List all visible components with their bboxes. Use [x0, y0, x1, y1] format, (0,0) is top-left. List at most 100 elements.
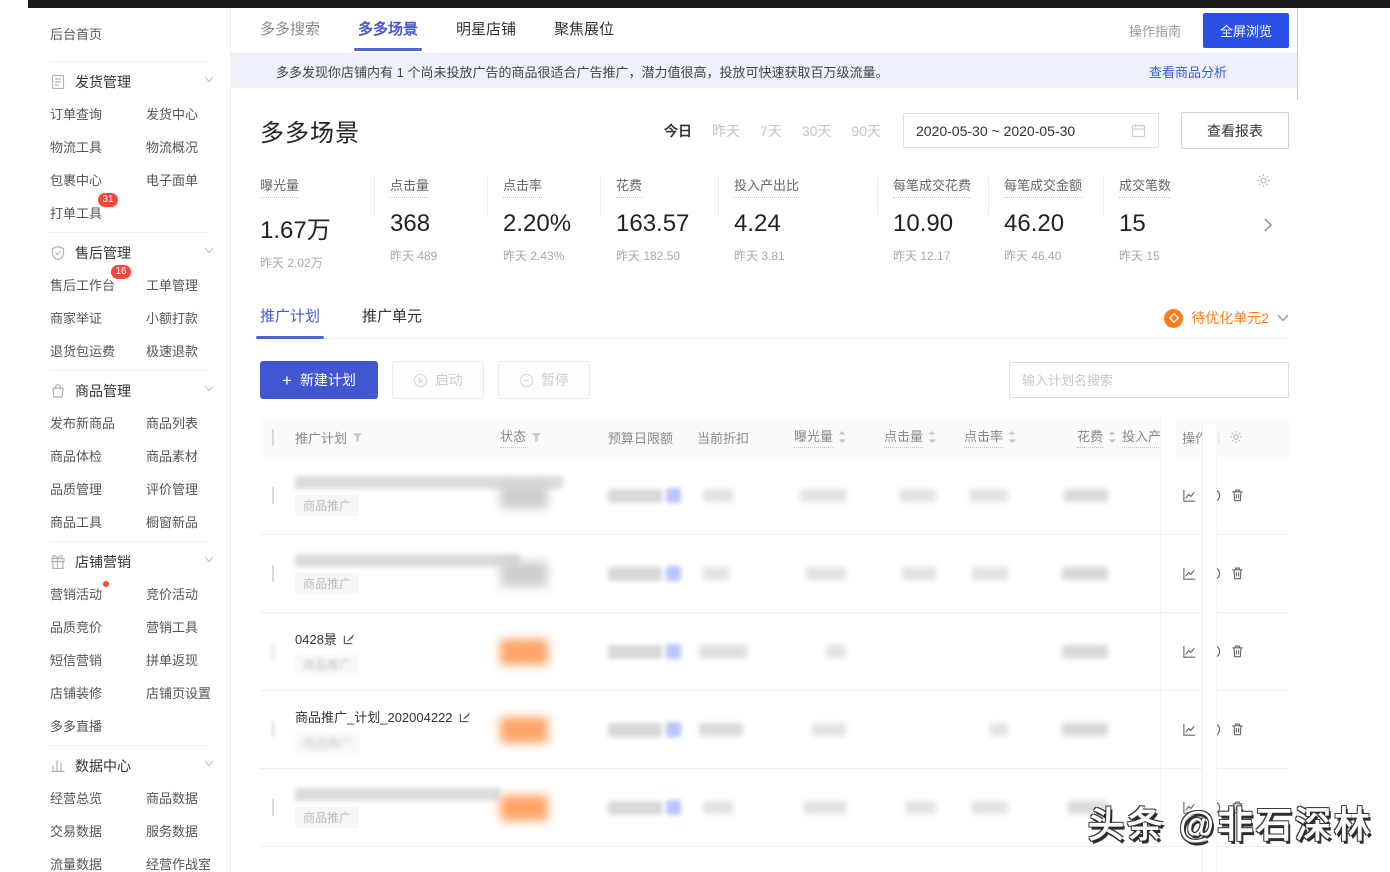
sidebar-link[interactable]: 包裹中心: [50, 170, 102, 189]
stat-value: 15: [1119, 210, 1217, 238]
row-checkbox[interactable]: [272, 721, 274, 738]
stats-settings-gear-icon[interactable]: [1256, 173, 1271, 188]
sidebar-group-title: 数据中心: [75, 756, 131, 776]
filter-90days[interactable]: 90天: [851, 121, 881, 141]
sidebar-link[interactable]: 竞价活动: [146, 584, 198, 603]
date-range-picker[interactable]: 2020-05-30 ~ 2020-05-30: [903, 113, 1159, 148]
column-plan: 推广计划: [295, 428, 347, 447]
sidebar-link[interactable]: 商家举证: [50, 308, 102, 327]
sidebar-group-products[interactable]: 商品管理: [50, 381, 230, 401]
sidebar-link[interactable]: 退货包运费: [50, 341, 115, 360]
sidebar-link[interactable]: 店铺页设置: [146, 683, 211, 702]
stats-next-chevron-icon[interactable]: [1263, 217, 1273, 233]
sidebar-link[interactable]: 极速退款: [146, 341, 198, 360]
sidebar-item-home[interactable]: 后台首页: [50, 20, 230, 53]
delete-trash-icon[interactable]: [1230, 644, 1245, 659]
sidebar-group-data[interactable]: 数据中心: [50, 756, 230, 776]
sort-icon[interactable]: [1108, 431, 1116, 443]
filter-funnel-icon[interactable]: [531, 432, 542, 443]
start-button[interactable]: 启动: [392, 361, 484, 399]
row-checkbox[interactable]: [272, 643, 274, 660]
filter-7days[interactable]: 7天: [760, 121, 782, 141]
filter-yesterday[interactable]: 昨天: [712, 121, 740, 141]
sidebar-link[interactable]: 商品素材: [146, 446, 198, 465]
sidebar-link[interactable]: 服务数据: [146, 821, 198, 840]
report-chart-icon[interactable]: [1182, 566, 1197, 581]
view-report-button[interactable]: 查看报表: [1181, 112, 1289, 149]
sidebar-link[interactable]: 商品数据: [146, 788, 198, 807]
tab-campaigns[interactable]: 推广计划: [260, 305, 320, 338]
sidebar-link[interactable]: 经营总览: [50, 788, 102, 807]
redacted-budget: [608, 644, 685, 659]
sidebar-link[interactable]: 商品工具: [50, 512, 102, 531]
filter-30days[interactable]: 30天: [802, 121, 832, 141]
stats-summary: 曝光量 1.67万 昨天 2.02万 点击量 368 昨天 489 点击率 2.…: [260, 175, 1289, 271]
sidebar-link[interactable]: 商品体检: [50, 446, 102, 465]
sidebar-link[interactable]: 拼单返现: [146, 650, 198, 669]
sort-icon[interactable]: [928, 431, 936, 443]
fullscreen-button[interactable]: 全屏浏览: [1203, 13, 1289, 48]
sidebar-group-aftersale[interactable]: 售后管理: [50, 243, 230, 263]
redacted-budget: [608, 800, 685, 815]
sidebar-link[interactable]: 营销工具: [146, 617, 198, 636]
sidebar-link[interactable]: 物流工具: [50, 137, 102, 156]
sidebar-group-marketing[interactable]: 店铺营销: [50, 552, 230, 572]
delete-trash-icon[interactable]: [1230, 566, 1245, 581]
row-checkbox[interactable]: [272, 565, 274, 582]
product-analysis-link[interactable]: 查看商品分析: [1149, 62, 1227, 81]
sidebar-link[interactable]: 小额打款: [146, 308, 198, 327]
delete-trash-icon[interactable]: [1230, 488, 1245, 503]
pause-button[interactable]: 暂停: [498, 361, 590, 399]
sidebar-link[interactable]: 评价管理: [146, 479, 198, 498]
sidebar-link[interactable]: 营销活动: [50, 584, 102, 603]
sidebar-link[interactable]: 多多直播: [50, 716, 102, 735]
stat-value: 4.24: [734, 210, 877, 238]
sidebar-link[interactable]: 品质管理: [50, 479, 102, 498]
filter-today[interactable]: 今日: [664, 121, 692, 141]
sidebar-link[interactable]: 发货中心: [146, 104, 198, 123]
sidebar-group-shipping[interactable]: 发货管理: [50, 72, 230, 92]
table-row: 0428景 商品推广: [260, 613, 1289, 691]
create-campaign-button[interactable]: + 新建计划: [260, 361, 378, 399]
sidebar-link[interactable]: 店铺装修: [50, 683, 102, 702]
report-chart-icon[interactable]: [1182, 722, 1197, 737]
sidebar-link[interactable]: 电子面单: [146, 170, 198, 189]
sidebar-link[interactable]: 品质竞价: [50, 617, 102, 636]
edit-icon[interactable]: [343, 632, 356, 645]
sidebar-link[interactable]: 订单查询: [50, 104, 102, 123]
sidebar-link[interactable]: 工单管理: [146, 275, 198, 294]
sidebar-link[interactable]: 橱窗新品: [146, 512, 198, 531]
report-chart-icon[interactable]: [1182, 488, 1197, 503]
stat-roi: 投入产出比 4.24 昨天 3.81: [718, 175, 877, 271]
sort-icon[interactable]: [838, 431, 846, 443]
select-all-checkbox[interactable]: [272, 429, 274, 446]
report-chart-icon[interactable]: [1182, 644, 1197, 659]
row-checkbox[interactable]: [272, 487, 274, 504]
optimize-units-dropdown[interactable]: 待优化单元2: [1164, 308, 1289, 338]
sidebar-link[interactable]: 经营作战室: [146, 854, 211, 872]
sidebar-link[interactable]: 交易数据: [50, 821, 102, 840]
sidebar-link[interactable]: 打单工具31: [50, 203, 102, 222]
table-settings-gear-icon[interactable]: [1229, 430, 1243, 444]
guide-link[interactable]: 操作指南: [1129, 21, 1181, 40]
delete-trash-icon[interactable]: [1230, 722, 1245, 737]
sidebar-link[interactable]: 流量数据: [50, 854, 102, 872]
tab-duoduo-scene[interactable]: 多多场景: [358, 8, 418, 54]
tab-star-shop[interactable]: 明星店铺: [456, 8, 516, 54]
campaign-search-input[interactable]: [1009, 362, 1289, 398]
tab-ad-units[interactable]: 推广单元: [362, 305, 422, 338]
filter-funnel-icon[interactable]: [352, 432, 363, 443]
sidebar-link[interactable]: 发布新商品: [50, 413, 115, 432]
stat-spend: 花费 163.57 昨天 182.50: [600, 175, 718, 271]
sidebar-link[interactable]: 售后工作台16: [50, 275, 115, 294]
edit-icon[interactable]: [459, 710, 472, 723]
sidebar-link[interactable]: 物流概况: [146, 137, 198, 156]
tab-focus-display[interactable]: 聚焦展位: [554, 8, 614, 54]
main-content: 多多搜索 多多场景 明星店铺 聚焦展位 操作指南 全屏浏览 多多发现你店铺内有 …: [231, 8, 1297, 872]
sort-icon[interactable]: [1008, 431, 1016, 443]
sidebar-link[interactable]: 短信营销: [50, 650, 102, 669]
row-checkbox[interactable]: [272, 799, 274, 816]
divider: [50, 232, 210, 233]
sidebar-link[interactable]: 商品列表: [146, 413, 198, 432]
tab-duoduo-search[interactable]: 多多搜索: [260, 8, 320, 54]
